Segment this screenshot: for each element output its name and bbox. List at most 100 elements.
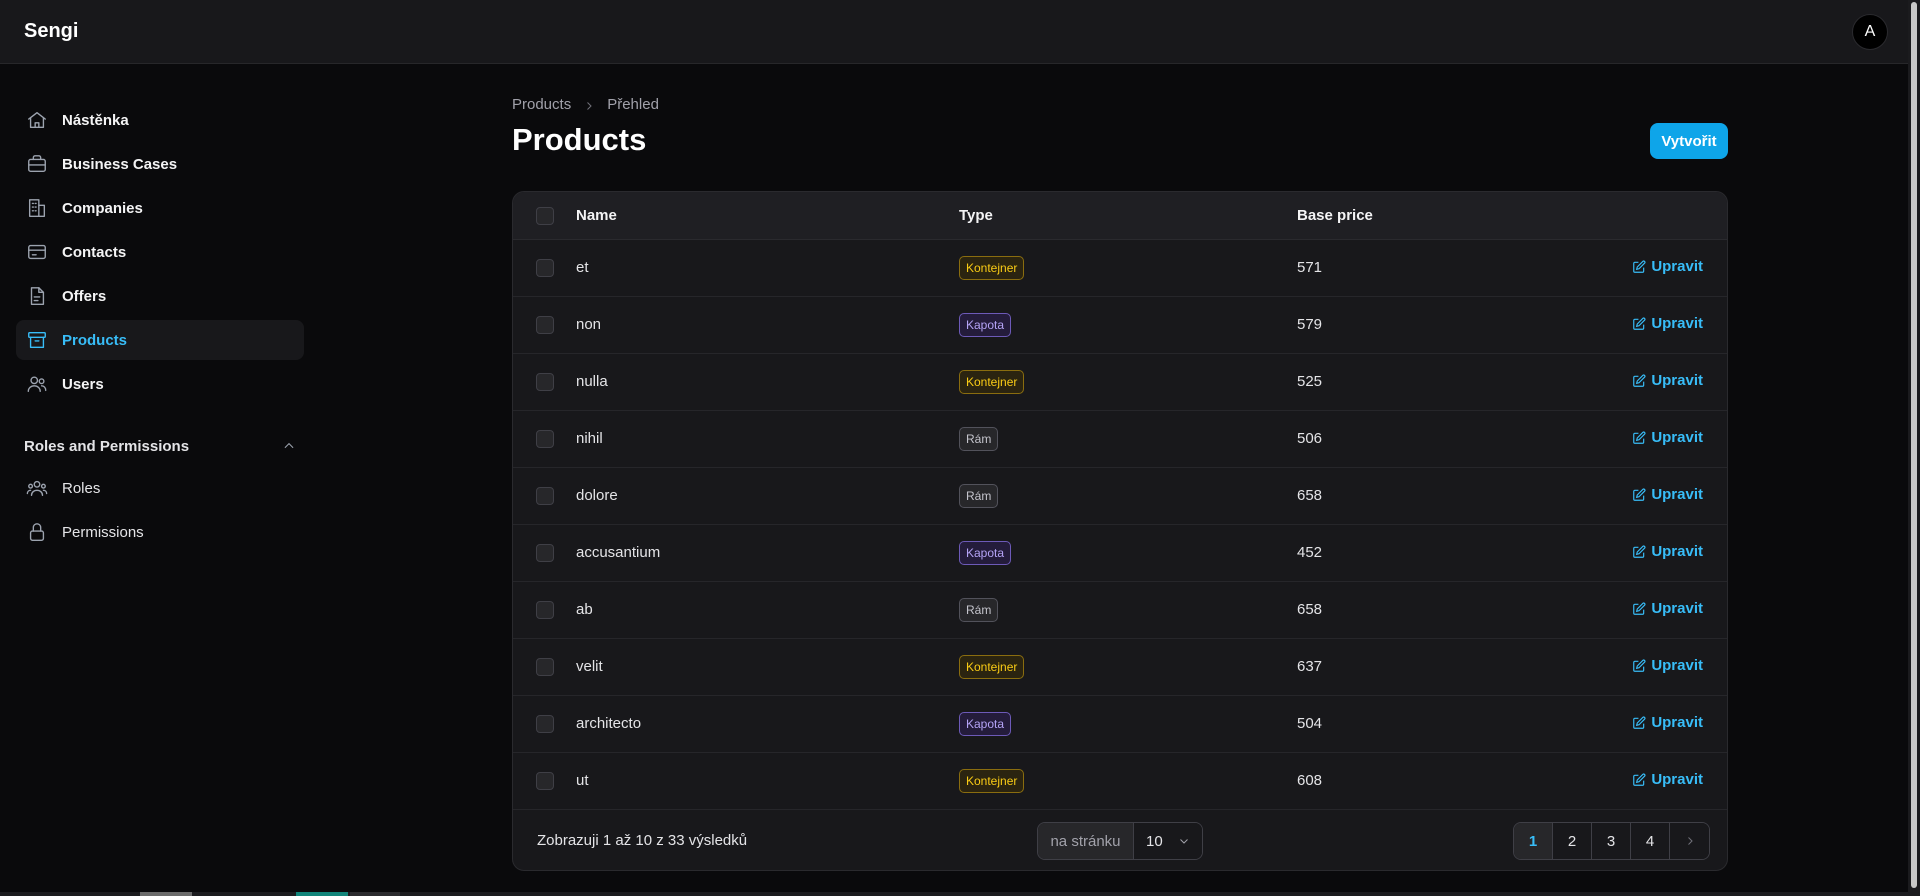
chevron-down-icon — [1180, 839, 1188, 844]
sidebar-item-companies[interactable]: Companies — [16, 188, 304, 228]
type-badge: Kapota — [959, 313, 1012, 337]
table-footer: Zobrazuji 1 až 10 z 33 výsledků na strán… — [513, 810, 1727, 870]
type-badge: Kontejner — [959, 256, 1025, 280]
select-all-checkbox[interactable] — [536, 207, 554, 225]
product-name: architecto — [576, 715, 642, 732]
sidebar-item-dashboard[interactable]: Nástěnka — [16, 100, 304, 140]
product-name: velit — [576, 658, 603, 675]
breadcrumb: Products Přehled — [512, 96, 659, 113]
taskbar-item — [350, 892, 400, 896]
row-checkbox[interactable] — [536, 259, 554, 277]
roles-permissions-group-toggle[interactable]: Roles and Permissions — [24, 434, 296, 458]
sidebar-item-users[interactable]: Users — [16, 364, 304, 404]
edit-link[interactable]: Upravit — [1632, 600, 1703, 617]
row-checkbox[interactable] — [536, 373, 554, 391]
edit-link[interactable]: Upravit — [1632, 657, 1703, 674]
row-checkbox[interactable] — [536, 430, 554, 448]
next-page-button[interactable] — [1670, 823, 1709, 859]
edit-link[interactable]: Upravit — [1632, 372, 1703, 389]
type-badge: Kapota — [959, 712, 1012, 736]
edit-link[interactable]: Upravit — [1632, 258, 1703, 275]
page-title: Products — [512, 122, 647, 157]
type-badge: Kontejner — [959, 655, 1025, 679]
type-badge: Kontejner — [959, 769, 1025, 793]
table-row: ut Kontejner 608 Upravit — [513, 753, 1727, 810]
type-badge: Kontejner — [959, 370, 1025, 394]
create-button[interactable]: Vytvořit — [1650, 123, 1728, 159]
column-header-type[interactable]: Type — [959, 207, 993, 224]
building-icon — [26, 197, 48, 219]
page-scrollbar[interactable] — [1908, 0, 1920, 896]
type-badge: Rám — [959, 484, 999, 508]
per-page-select[interactable]: na stránku 10 — [1037, 822, 1203, 860]
row-checkbox[interactable] — [536, 772, 554, 790]
edit-label: Upravit — [1651, 714, 1703, 731]
taskbar-strip — [0, 892, 1908, 896]
edit-icon — [1633, 374, 1646, 387]
table-row: nulla Kontejner 525 Upravit — [513, 354, 1727, 411]
row-checkbox[interactable] — [536, 658, 554, 676]
table-row: nihil Rám 506 Upravit — [513, 411, 1727, 468]
edit-label: Upravit — [1651, 429, 1703, 446]
page-button-4[interactable]: 4 — [1631, 823, 1670, 859]
sidebar-item-permissions[interactable]: Permissions — [16, 512, 304, 552]
document-icon — [26, 285, 48, 307]
edit-link[interactable]: Upravit — [1632, 543, 1703, 560]
column-header-base-price[interactable]: Base price — [1297, 207, 1373, 224]
row-checkbox[interactable] — [536, 601, 554, 619]
sidebar-item-label: Users — [62, 375, 104, 393]
row-checkbox[interactable] — [536, 487, 554, 505]
results-summary: Zobrazuji 1 až 10 z 33 výsledků — [537, 832, 748, 849]
type-badge: Rám — [959, 598, 999, 622]
per-page-value-text: 10 — [1146, 832, 1163, 850]
edit-label: Upravit — [1651, 543, 1703, 560]
sidebar-item-label: Roles — [62, 479, 101, 497]
edit-link[interactable]: Upravit — [1632, 315, 1703, 332]
chevron-up-icon — [284, 442, 294, 449]
table-row: accusantium Kapota 452 Upravit — [513, 525, 1727, 582]
per-page-value[interactable]: 10 — [1134, 823, 1202, 859]
sidebar-item-offers[interactable]: Offers — [16, 276, 304, 316]
product-name: nihil — [576, 430, 603, 447]
scrollbar-thumb[interactable] — [1911, 2, 1917, 888]
edit-label: Upravit — [1651, 486, 1703, 503]
sidebar-item-business-cases[interactable]: Business Cases — [16, 144, 304, 184]
product-name: ab — [576, 601, 593, 618]
row-checkbox[interactable] — [536, 316, 554, 334]
sidebar-item-label: Business Cases — [62, 155, 178, 173]
sidebar-item-label: Products — [62, 331, 128, 349]
table-row: non Kapota 579 Upravit — [513, 297, 1727, 354]
base-price: 506 — [1297, 430, 1323, 447]
brand-logo[interactable]: Sengi — [24, 20, 78, 43]
sidebar-item-label: Contacts — [62, 243, 127, 261]
row-checkbox[interactable] — [536, 715, 554, 733]
page-button-1[interactable]: 1 — [1514, 823, 1553, 859]
base-price: 608 — [1297, 772, 1323, 789]
edit-label: Upravit — [1651, 315, 1703, 332]
page-button-2[interactable]: 2 — [1553, 823, 1592, 859]
edit-label: Upravit — [1651, 258, 1703, 275]
breadcrumb-parent-link[interactable]: Products — [512, 96, 571, 113]
sidebar-item-label: Permissions — [62, 523, 144, 541]
table-row: architecto Kapota 504 Upravit — [513, 696, 1727, 753]
base-price: 579 — [1297, 316, 1323, 333]
edit-icon — [1633, 431, 1646, 444]
sidebar-item-label: Companies — [62, 199, 143, 217]
archive-icon — [26, 329, 48, 351]
table-row: velit Kontejner 637 Upravit — [513, 639, 1727, 696]
sidebar-item-products[interactable]: Products — [16, 320, 304, 360]
edit-link[interactable]: Upravit — [1632, 429, 1703, 446]
sidebar-item-contacts[interactable]: Contacts — [16, 232, 304, 272]
sidebar-item-roles[interactable]: Roles — [16, 468, 304, 508]
user-avatar[interactable]: A — [1852, 14, 1888, 50]
edit-link[interactable]: Upravit — [1632, 714, 1703, 731]
column-header-name[interactable]: Name — [576, 207, 617, 224]
edit-link[interactable]: Upravit — [1632, 771, 1703, 788]
per-page-label: na stránku — [1038, 823, 1134, 859]
row-checkbox[interactable] — [536, 544, 554, 562]
card-icon — [26, 241, 48, 263]
edit-link[interactable]: Upravit — [1632, 486, 1703, 503]
page-button-3[interactable]: 3 — [1592, 823, 1631, 859]
type-badge: Kapota — [959, 541, 1012, 565]
product-name: et — [576, 259, 589, 276]
